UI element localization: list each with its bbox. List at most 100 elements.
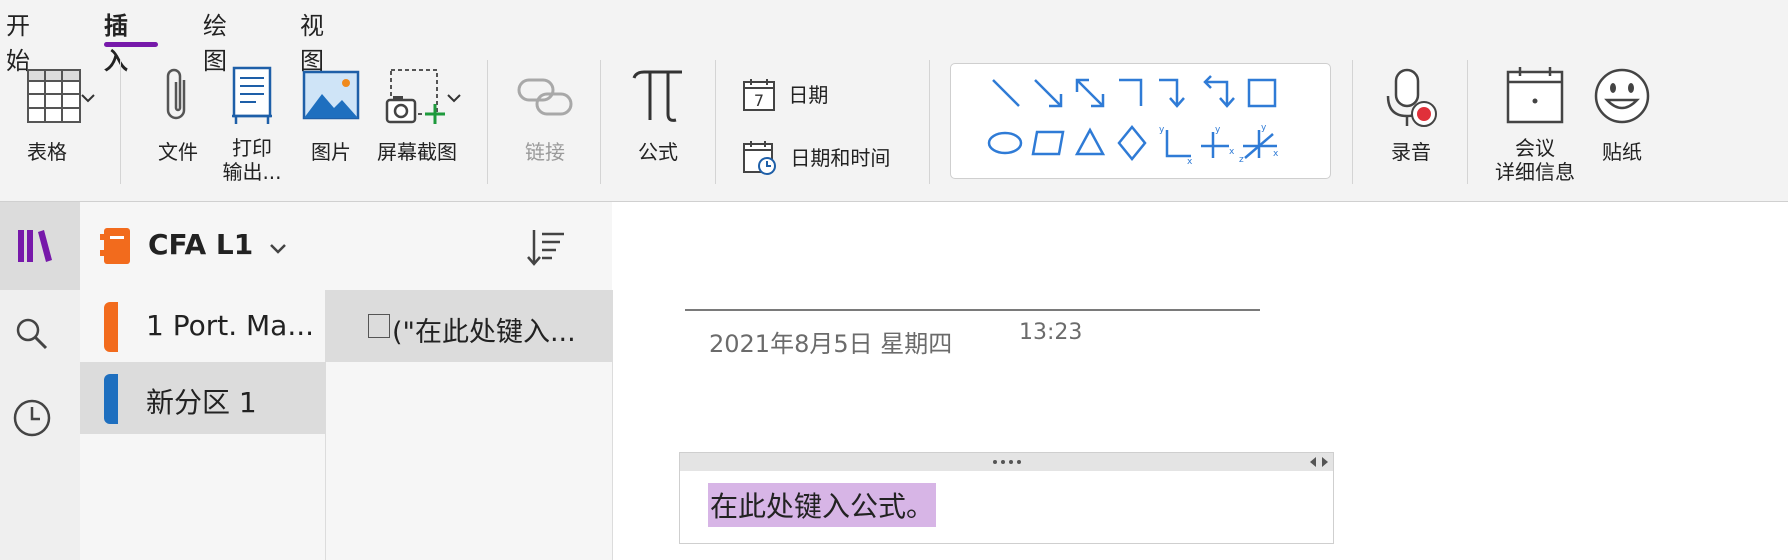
file-label: 文件 [158,140,198,164]
print-output-button[interactable]: 打印 输出... [222,66,282,184]
shape-3d-axis-icon[interactable]: y x z [1237,122,1281,164]
link-icon [517,78,573,116]
ribbon: 开始 插入 绘图 视图 表格 文件 打印 输出... 图片 屏幕截图 链接 公式… [0,0,1788,202]
table-label: 表格 [27,140,67,164]
shape-triangle-icon[interactable] [1073,126,1107,160]
meeting-label-2: 详细信息 [1495,160,1575,184]
sticker-button[interactable]: 贴纸 [1590,66,1654,164]
table-button[interactable]: 表格 [8,66,100,164]
notebooks-icon [18,230,52,262]
separator [929,60,930,184]
section-label: 1 Port. Ma... [146,309,315,342]
microphone-record-icon [1386,68,1437,127]
equation-input[interactable]: 在此处键入公式。 [708,483,937,527]
table-icon [27,69,81,123]
notebook-name: CFA L1 [148,228,254,261]
svg-text:x: x [1187,157,1193,164]
page-list: ("在此处键入... [326,290,613,560]
notebooks-nav-button[interactable] [0,202,80,290]
page-title-underline [685,309,1260,311]
shape-ellipse-icon[interactable] [985,126,1025,160]
page-item-selected[interactable]: ("在此处键入... [326,290,612,362]
shape-elbow-icon[interactable] [1115,76,1149,110]
recent-clock-icon[interactable] [12,398,52,438]
search-icon[interactable] [14,316,50,352]
calendar-day-number: 7 [754,91,764,110]
container-drag-handle[interactable] [680,453,1333,471]
meeting-label-1: 会议 [1515,136,1555,160]
notebook-icon [100,228,130,264]
notebook-header: CFA L1 [80,202,612,290]
separator [487,60,488,184]
screenshot-label: 屏幕截图 [377,140,457,164]
sticker-label: 贴纸 [1602,140,1642,164]
date-button[interactable]: 7 日期 [742,78,862,112]
picture-label: 图片 [311,140,351,164]
record-label: 录音 [1391,140,1431,164]
chevron-down-icon[interactable] [446,92,462,104]
placeholder-box-glyph [368,314,390,338]
record-audio-button[interactable]: 录音 [1380,66,1442,164]
svg-text:y: y [1215,125,1221,135]
shape-rectangle-icon[interactable] [1245,76,1279,110]
shape-elbow-double-arrow-icon[interactable] [1197,74,1235,110]
screenshot-button[interactable]: 屏幕截图 [372,66,462,164]
shape-cross-axis-icon[interactable]: y x [1197,124,1237,164]
shape-arrow-icon[interactable] [1031,76,1065,110]
shape-diamond-icon[interactable] [1115,124,1149,162]
navigation-rail [0,202,81,560]
shape-parallelogram-icon[interactable] [1029,126,1067,160]
link-label: 链接 [525,140,565,164]
date-label: 日期 [788,83,829,107]
resize-arrows-icon[interactable] [1308,455,1330,469]
tab-insert[interactable]: 插入 [104,6,128,76]
notebook-switcher[interactable]: CFA L1 [148,228,287,261]
meeting-details-button[interactable]: 会议 详细信息 [1490,66,1580,184]
section-list: 1 Port. Ma... 新分区 1 [80,290,326,560]
section-label: 新分区 1 [146,386,257,419]
shapes-gallery: y x y x y x z [950,63,1331,179]
page-label: ("在此处键入... [392,317,576,348]
page-time: 13:23 [1019,320,1083,345]
svg-text:x: x [1229,147,1235,157]
smiley-icon [1594,68,1650,124]
print-label-2: 输出... [222,160,282,184]
calendar-icon: 7 [743,79,775,111]
paperclip-icon [166,68,186,120]
section-color-tab [104,374,118,424]
svg-text:z: z [1239,155,1244,164]
screenshot-icon [385,69,445,124]
tab-view[interactable]: 视图 [300,6,324,76]
separator [120,60,121,184]
calendar-clock-icon [743,141,776,175]
svg-text:y: y [1159,125,1165,135]
separator [1467,60,1468,184]
svg-text:y: y [1261,123,1267,133]
printout-icon [232,66,272,124]
shape-elbow-arrow-icon[interactable] [1155,76,1189,110]
shape-line-icon[interactable] [989,76,1023,110]
shape-double-arrow-icon[interactable] [1073,76,1107,110]
separator [715,60,716,184]
separator [600,60,601,184]
file-attach-button[interactable]: 文件 [148,66,208,164]
chevron-down-icon [270,244,286,254]
sort-icon[interactable] [526,228,566,268]
separator [1352,60,1353,184]
section-item[interactable]: 1 Port. Ma... [80,290,325,362]
datetime-label: 日期和时间 [790,146,891,170]
print-label-1: 打印 [232,136,272,160]
chevron-down-icon[interactable] [80,92,96,104]
drag-dots-icon [993,460,1021,464]
equation-container[interactable]: 在此处键入公式。 [679,452,1334,544]
pi-icon [632,70,682,122]
shape-xy-axis-icon[interactable]: y x [1157,124,1197,164]
note-canvas[interactable]: 2021年8月5日 星期四 13:23 在此处键入公式。 [613,202,1788,560]
meeting-calendar-icon [1506,67,1564,124]
picture-button[interactable]: 图片 [300,70,362,164]
equation-button[interactable]: 公式 [625,66,691,164]
datetime-button[interactable]: 日期和时间 [742,140,902,176]
page-date: 2021年8月5日 星期四 [709,330,953,358]
link-button[interactable]: 链接 [510,74,580,164]
section-item-selected[interactable]: 新分区 1 [80,362,325,434]
